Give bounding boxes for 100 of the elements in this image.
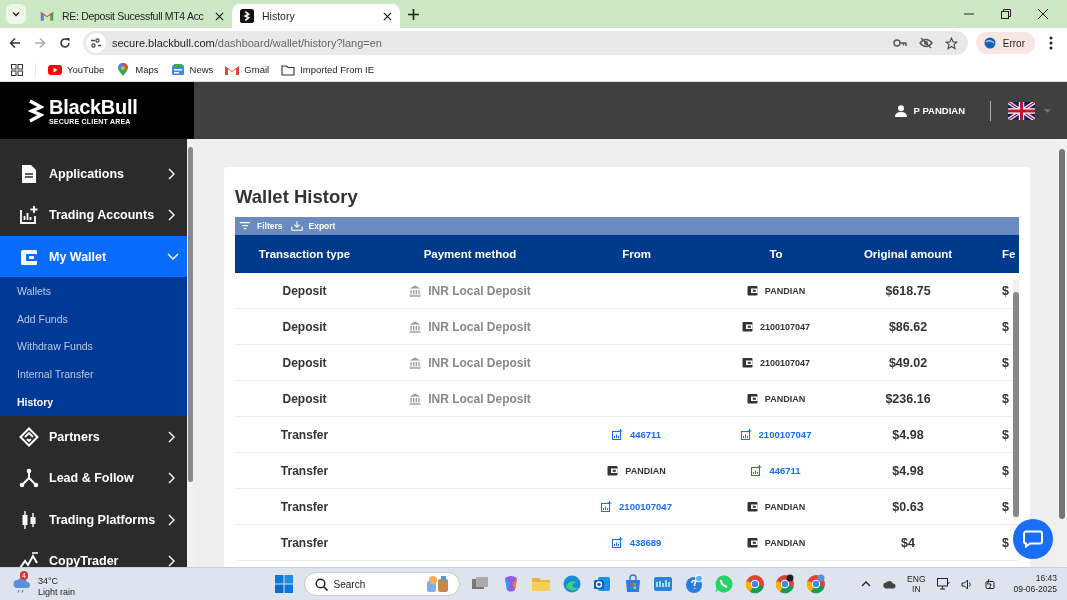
star-icon[interactable] xyxy=(944,36,958,50)
eye-off-icon[interactable] xyxy=(918,37,933,49)
close-icon[interactable] xyxy=(1038,9,1048,19)
submenu-item[interactable]: History xyxy=(0,388,187,416)
table-cell: Deposit xyxy=(282,319,327,334)
app-icon[interactable] xyxy=(653,574,674,594)
browser-tab[interactable]: History xyxy=(232,4,400,28)
address-bar[interactable]: secure.blackbull.com/dashboard/wallet/history?lang=en xyxy=(83,31,968,55)
news-icon xyxy=(170,62,185,77)
browser-tab[interactable]: RE: Deposit Sucessfull MT4 Acc xyxy=(32,4,232,28)
clock[interactable]: 16:43 09-06-2025 xyxy=(1013,573,1057,595)
download-icon xyxy=(290,220,303,232)
submenu-item[interactable]: Wallets xyxy=(0,277,187,305)
nav-item[interactable]: My Wallet xyxy=(0,236,187,277)
account-link[interactable]: 446711 xyxy=(629,429,662,440)
wallet-icon xyxy=(607,465,619,476)
search-field[interactable]: Search xyxy=(333,578,419,590)
submenu-item[interactable]: Add Funds xyxy=(0,304,187,333)
folder-icon xyxy=(281,62,296,77)
wallet-name: PANDIAN xyxy=(764,285,806,296)
table-cell: $4.98 xyxy=(892,463,924,478)
bank-icon xyxy=(409,392,422,405)
table-cell: $ xyxy=(1002,499,1009,514)
table-cell: $86.62 xyxy=(888,319,928,334)
table-cell: $ xyxy=(1002,319,1009,334)
app-icon[interactable] xyxy=(592,574,613,594)
nav-item[interactable]: CopyTrader xyxy=(0,540,187,567)
bookmark[interactable]: Maps xyxy=(116,62,159,77)
close-icon[interactable] xyxy=(383,11,392,21)
table-cell: Transfer xyxy=(280,427,329,442)
bookmark[interactable]: Gmail xyxy=(225,62,270,77)
submenu-item[interactable]: Withdraw Funds xyxy=(0,332,187,361)
column-header[interactable]: Transaction type xyxy=(235,235,374,273)
language-indicator[interactable]: ENG IN xyxy=(907,574,926,594)
globe-icon xyxy=(983,37,996,49)
column-header[interactable]: From xyxy=(566,235,707,273)
close-icon[interactable] xyxy=(215,11,224,21)
column-header[interactable]: Original amount xyxy=(845,235,971,273)
site-icon xyxy=(240,9,254,23)
table-cell: $ xyxy=(1002,535,1009,550)
account-link[interactable]: 446711 xyxy=(769,465,801,476)
apps-icon[interactable] xyxy=(11,63,23,76)
app-icon[interactable] xyxy=(683,574,704,594)
back-icon[interactable] xyxy=(9,37,21,49)
restore-icon[interactable] xyxy=(1001,9,1011,19)
chevron-up-icon[interactable] xyxy=(861,581,872,587)
scrollbar[interactable] xyxy=(1013,280,1019,520)
taskbar-search[interactable]: Search xyxy=(303,572,460,596)
bookmark[interactable]: YouTube xyxy=(48,62,105,77)
windows-icon[interactable] xyxy=(275,575,294,593)
speaker-icon[interactable] xyxy=(960,578,973,590)
caret-icon xyxy=(1044,108,1051,113)
network-icon[interactable] xyxy=(936,578,950,590)
browser-icon[interactable] xyxy=(775,574,796,594)
table-cell: $236.16 xyxy=(885,391,931,406)
mail-icon xyxy=(40,9,54,23)
nav-item[interactable]: Partners xyxy=(0,416,187,458)
account-link[interactable]: 2100107047 xyxy=(619,501,672,512)
column-header[interactable]: To xyxy=(707,235,845,273)
menu-icon[interactable] xyxy=(1049,36,1053,50)
wallet-name: PANDIAN xyxy=(625,465,666,476)
app-icon[interactable] xyxy=(561,574,582,594)
filter-icon xyxy=(239,220,251,232)
bookmark[interactable]: News xyxy=(170,62,214,77)
key-icon[interactable] xyxy=(892,38,907,48)
bank-icon xyxy=(409,320,422,333)
account-link[interactable]: 2100107047 xyxy=(758,429,812,440)
chart-plus-icon xyxy=(740,429,752,440)
table-cell: $ xyxy=(1002,391,1009,406)
user-menu[interactable]: P PANDIAN xyxy=(894,104,965,117)
new-tab-icon[interactable] xyxy=(408,8,419,20)
chart-plus-icon xyxy=(611,429,623,440)
column-header[interactable]: Payment method xyxy=(374,235,566,273)
table-cell: $ xyxy=(1002,355,1009,370)
bookmark[interactable]: Imported From IE xyxy=(281,62,375,77)
submenu-item[interactable]: Internal Transfer xyxy=(0,360,187,389)
user-icon xyxy=(894,104,907,117)
account-link[interactable]: 438689 xyxy=(629,537,662,548)
nav-item[interactable]: Lead & Follow xyxy=(0,457,187,499)
wallet-icon xyxy=(746,501,758,512)
tab-title: History xyxy=(262,10,296,22)
chat-button[interactable] xyxy=(1013,519,1053,559)
chat-icon xyxy=(1023,530,1043,548)
line-chart-icon xyxy=(19,551,39,567)
tab-search-button[interactable] xyxy=(6,4,26,24)
table-cell: $0.63 xyxy=(892,499,924,514)
table-cell: $ xyxy=(1002,283,1009,298)
bank-icon xyxy=(409,284,422,297)
profile-button[interactable]: Error xyxy=(975,32,1035,54)
nav-item[interactable]: Applications xyxy=(0,153,187,195)
brand-name: BlackBull xyxy=(49,96,138,118)
network-icon xyxy=(19,468,39,489)
nav-item[interactable]: Trading Platforms xyxy=(0,499,187,541)
table-cell: INR Local Deposit xyxy=(428,355,531,370)
site-settings-icon xyxy=(86,33,106,53)
cloud-icon[interactable] xyxy=(882,579,897,589)
column-header[interactable]: Fe xyxy=(971,235,1019,273)
nav-item[interactable]: Trading Accounts xyxy=(0,194,187,236)
language-selector[interactable] xyxy=(1008,101,1051,120)
reload-icon[interactable] xyxy=(59,37,71,49)
